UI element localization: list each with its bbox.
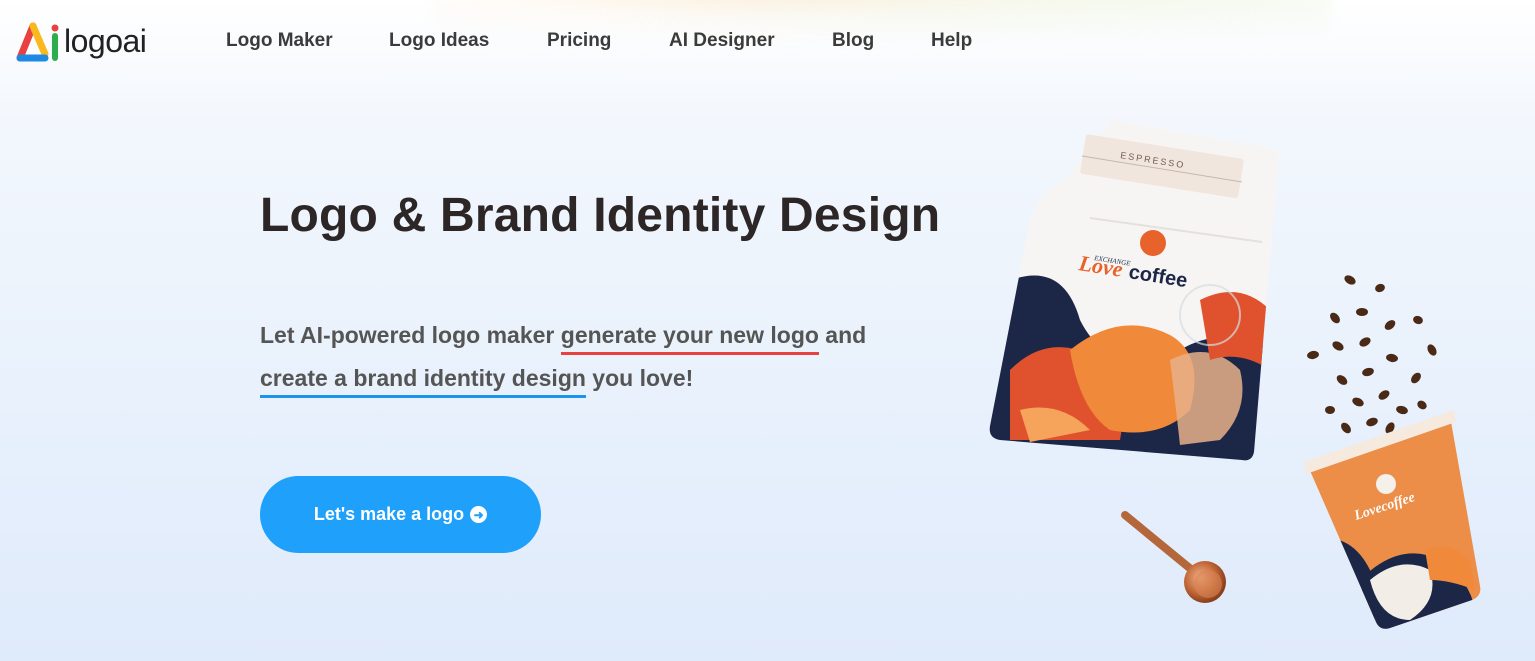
arrow-circle-right-icon: ➜ <box>470 506 488 523</box>
coffee-mockup-image: ESPRESSO EXCHANGE Love coffee Lovecoffee <box>989 120 1481 629</box>
cup-logo-icon <box>1140 230 1166 256</box>
nav-ai-designer[interactable]: AI Designer <box>669 30 775 52</box>
logoai-mark-icon <box>16 22 59 62</box>
logoai-logo-link[interactable]: logoai <box>14 18 174 64</box>
site-header: logoai Logo Maker Logo Ideas Pricing AI … <box>0 0 1535 84</box>
highlight-generate-logo: generate your new logo <box>560 322 819 355</box>
nav-logo-maker[interactable]: Logo Maker <box>226 30 333 52</box>
nav-pricing[interactable]: Pricing <box>547 30 611 52</box>
nav-logo-ideas[interactable]: Logo Ideas <box>389 30 489 52</box>
coffee-beans <box>1307 275 1437 434</box>
cup-cup-logo-icon <box>1376 474 1396 494</box>
coffee-cup: Lovecoffee <box>1304 410 1481 629</box>
brand-name: logoai <box>64 23 147 59</box>
coffee-scoop <box>1121 511 1226 603</box>
nav-help[interactable]: Help <box>931 30 972 52</box>
make-logo-button[interactable]: Let's make a logo ➜ <box>260 476 541 553</box>
make-logo-button-label: Let's make a logo <box>313 504 465 524</box>
coffee-bag: ESPRESSO EXCHANGE Love coffee <box>989 120 1279 461</box>
hero-subtitle: Let AI-powered logo maker generate your … <box>260 314 920 400</box>
hero-title: Logo & Brand Identity Design <box>260 189 941 242</box>
hero-subtitle-part1: Let AI-powered logo maker <box>260 322 561 348</box>
hero-subtitle-part3: you love! <box>585 365 694 391</box>
coffee-branding-illustration: ESPRESSO EXCHANGE Love coffee Lovecoffee <box>970 110 1510 655</box>
hero-subtitle-part2: and <box>818 322 867 348</box>
highlight-brand-identity: create a brand identity design <box>260 365 586 398</box>
nav-blog[interactable]: Blog <box>832 30 874 52</box>
